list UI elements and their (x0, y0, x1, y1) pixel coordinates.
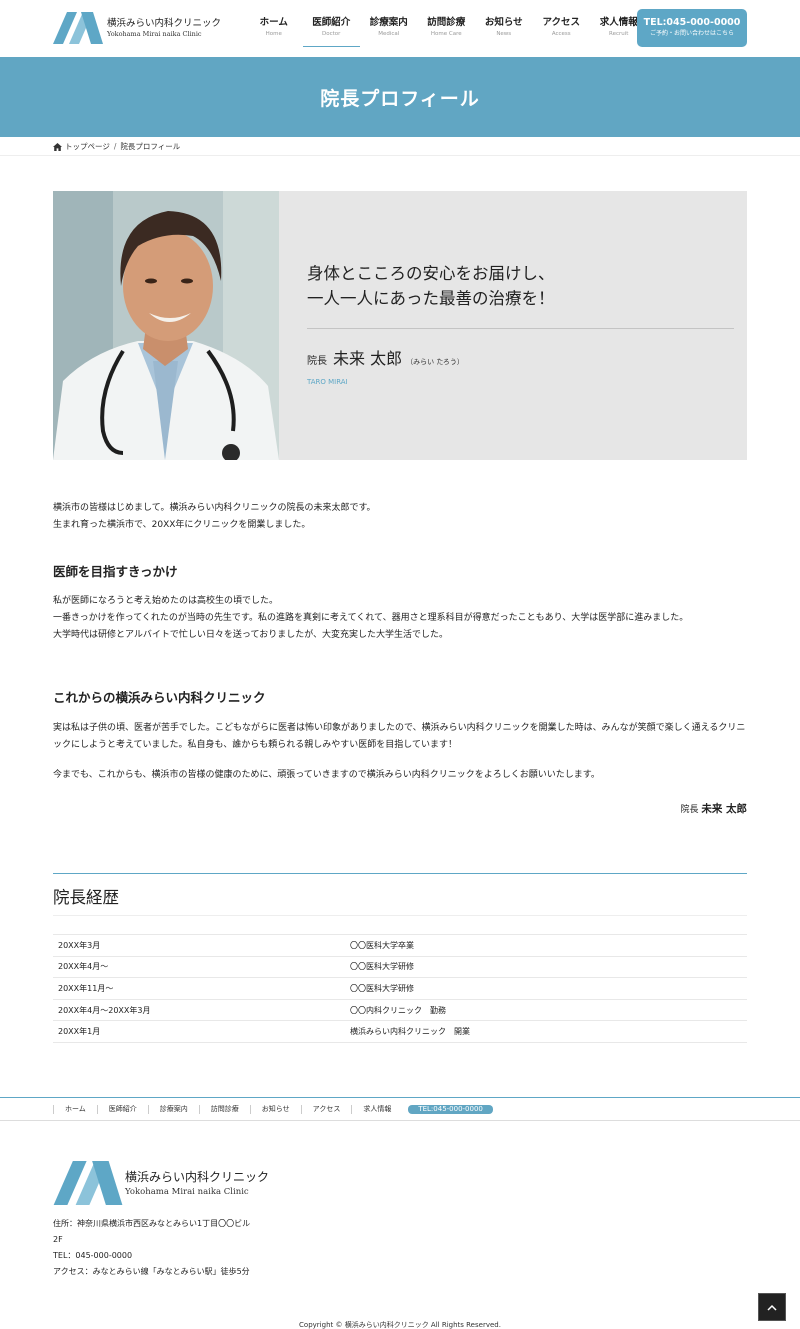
footer-address-floor: 2F (53, 1235, 63, 1244)
global-nav: ホーム Home 医師紹介 Doctor 診療案内 Medical 訪問診療 H… (245, 16, 648, 47)
logo-name-jp: 横浜みらい内科クリニック (107, 17, 222, 29)
tel-caption: ご予約・お問い合わせはこちら (649, 30, 734, 37)
profile-catchphrase: 身体とこころの安心をお届けし、 一人一人にあった最善の治療を！ (307, 264, 555, 308)
doctor-name-en: TARO MIRAI (307, 378, 348, 386)
nav-item-news[interactable]: お知らせ News (475, 16, 533, 47)
copyright: Copyright © 横浜みらい内科クリニック All Rights Rese… (299, 1321, 501, 1329)
section-heading-future: これからの横浜みらい内科クリニック (53, 690, 266, 705)
footer-nav-access[interactable]: アクセス (300, 1105, 352, 1114)
profile-divider (307, 328, 734, 329)
history-desc: 横浜みらい内科クリニック 開業 (350, 1027, 470, 1037)
nav-item-homecare[interactable]: 訪問診療 Home Care (418, 16, 476, 47)
footer-nav-home[interactable]: ホーム (53, 1105, 97, 1114)
paragraph-line: 一番きっかけを作ってくれたのが当時の先生です。私の進路を真剣に考えてくれて、器用… (53, 613, 689, 623)
nav-sublabel: Home (265, 31, 282, 37)
footer-nav-news[interactable]: お知らせ (249, 1105, 301, 1114)
footer-nav-recruit[interactable]: 求人情報 (351, 1105, 402, 1114)
history-desc: 〇〇医科大学卒業 (350, 940, 414, 950)
logo-name-en: Yokohama Mirai naika Clinic (107, 29, 202, 38)
paragraph: 実は私は子供の頃、医者が苦手でした。こどもながらに医者は怖い印象がありましたので… (53, 723, 746, 750)
page-top-button[interactable] (758, 1293, 786, 1321)
history-desc: 〇〇内科クリニック 勤務 (350, 1005, 446, 1015)
nav-item-doctor[interactable]: 医師紹介 Doctor (302, 16, 361, 47)
paragraph-line: 私が医師になろうと考え始めたのは高校生の頃でした。 (53, 596, 279, 606)
history-desc: 〇〇医科大学研修 (350, 983, 414, 993)
intro-line: 生まれ育った横浜市で、20XX年にクリニックを開業しました。 (53, 520, 311, 530)
history-top-rule (53, 873, 747, 874)
logo-mark-icon (53, 1161, 123, 1205)
nav-label: 訪問診療 (427, 17, 466, 28)
nav-item-medical[interactable]: 診療案内 Medical (360, 16, 418, 47)
footer-logo[interactable]: 横浜みらい内科クリニック Yokohama Mirai naika Clinic (53, 1161, 269, 1205)
footer-address-block: 住所：神奈川県横浜市西区みなとみらい1丁目〇〇ビル 2F TEL：045-000… (53, 1216, 250, 1280)
table-row: 20XX年3月 〇〇医科大学卒業 (53, 935, 747, 957)
page-title-band: 院長プロフィール (0, 57, 800, 137)
paragraph: 今までも、これからも、横浜市の皆様の健康のために、頑張っていきますので横浜みらい… (53, 770, 600, 780)
history-table: 20XX年3月 〇〇医科大学卒業 20XX年4月～ 〇〇医科大学研修 20XX年… (53, 934, 747, 1043)
tel-number: TEL:045-000-0000 (643, 17, 741, 28)
chevron-up-icon (767, 1304, 777, 1311)
history-date: 20XX年4月～20XX年3月 (58, 1005, 151, 1015)
signature-title: 院長 (680, 805, 699, 815)
nav-label: アクセス (542, 17, 581, 28)
page-title: 院長プロフィール (320, 87, 480, 110)
history-date: 20XX年1月 (58, 1027, 101, 1037)
profile-card: 身体とこころの安心をお届けし、 一人一人にあった最善の治療を！ 院長 未来 太郎… (53, 191, 747, 460)
footer-access: アクセス：みなとみらい線「みなとみらい駅」徒歩5分 (53, 1267, 250, 1276)
nav-sublabel: Home Care (430, 31, 462, 37)
footer-nav-homecare[interactable]: 訪問診療 (198, 1105, 250, 1114)
intro-line: 横浜市の皆様はじめまして。横浜みらい内科クリニックの院長の未来太郎です。 (53, 503, 376, 513)
table-row: 20XX年4月～ 〇〇医科大学研修 (53, 957, 747, 979)
doctor-name-row: 院長 未来 太郎 （みらい たろう） (307, 345, 464, 369)
paragraph-line: 大学時代は研修とアルバイトで忙しい日々を送っておりましたが、大変充実した大学生活… (53, 630, 449, 640)
nav-sublabel: Access (551, 31, 571, 37)
breadcrumb: トップページ / 院長プロフィール (0, 137, 800, 156)
table-row: 20XX年1月 横浜みらい内科クリニック 開業 (53, 1021, 747, 1043)
site-header: 横浜みらい内科クリニック Yokohama Mirai naika Clinic… (0, 0, 800, 57)
nav-label: 医師紹介 (312, 17, 351, 28)
footer-nav: ホーム 医師紹介 診療案内 訪問診療 お知らせ アクセス 求人情報 TEL:04… (0, 1097, 800, 1121)
history-divider (53, 915, 747, 916)
doctor-name: 未来 太郎 (333, 349, 403, 368)
history-date: 20XX年3月 (58, 940, 101, 950)
doctor-title: 院長 (307, 356, 327, 367)
site-logo[interactable]: 横浜みらい内科クリニック Yokohama Mirai naika Clinic (53, 12, 221, 44)
nav-sublabel: Doctor (322, 31, 341, 37)
nav-label: お知らせ (484, 17, 523, 28)
history-title: 院長経歴 (53, 888, 119, 907)
home-icon (53, 142, 62, 151)
footer-logo-en: Yokohama Mirai naika Clinic (125, 1186, 249, 1197)
nav-item-home[interactable]: ホーム Home (245, 16, 303, 47)
history-desc: 〇〇医科大学研修 (350, 962, 414, 972)
doctor-name-kana: （みらい たろう） (406, 358, 464, 366)
footer-nav-medical[interactable]: 診療案内 (147, 1105, 199, 1114)
history-date: 20XX年11月～ (58, 983, 114, 993)
breadcrumb-home-link[interactable]: トップページ (65, 141, 110, 152)
nav-label: ホーム (259, 17, 288, 28)
breadcrumb-separator: / (113, 142, 117, 151)
footer-nav-doctor[interactable]: 医師紹介 (96, 1105, 148, 1114)
footer-address: 住所：神奈川県横浜市西区みなとみらい1丁目〇〇ビル (53, 1219, 251, 1228)
history-date: 20XX年4月～ (58, 962, 109, 972)
header-tel-button[interactable]: TEL:045-000-0000 ご予約・お問い合わせはこちら (637, 9, 747, 47)
doctor-photo (53, 191, 279, 460)
nav-sublabel: Medical (378, 31, 400, 37)
table-row: 20XX年4月～20XX年3月 〇〇内科クリニック 勤務 (53, 1000, 747, 1022)
logo-mark-icon (53, 12, 103, 44)
table-row: 20XX年11月～ 〇〇医科大学研修 (53, 978, 747, 1000)
motivation-text: 私が医師になろうと考え始めたのは高校生の頃でした。 一番きっかけを作ってくれたの… (53, 593, 747, 644)
breadcrumb-current: 院長プロフィール (120, 142, 181, 151)
nav-sublabel: News (496, 31, 512, 37)
footer-tel-button[interactable]: TEL:045-000-0000 (408, 1105, 493, 1114)
signature: 院長 未来 太郎 (680, 801, 747, 816)
future-text: 実は私は子供の頃、医者が苦手でした。こどもながらに医者は怖い印象がありましたので… (53, 720, 747, 784)
signature-name: 未来 太郎 (701, 803, 747, 815)
intro-text: 横浜市の皆様はじめまして。横浜みらい内科クリニックの院長の未来太郎です。 生まれ… (53, 500, 747, 534)
footer-logo-jp: 横浜みらい内科クリニック (125, 1169, 270, 1184)
nav-label: 診療案内 (369, 17, 408, 28)
section-heading-motivation: 医師を目指すきっかけ (53, 564, 178, 579)
nav-item-access[interactable]: アクセス Access (533, 16, 591, 47)
footer-tel: TEL：045-000-0000 (53, 1251, 133, 1260)
